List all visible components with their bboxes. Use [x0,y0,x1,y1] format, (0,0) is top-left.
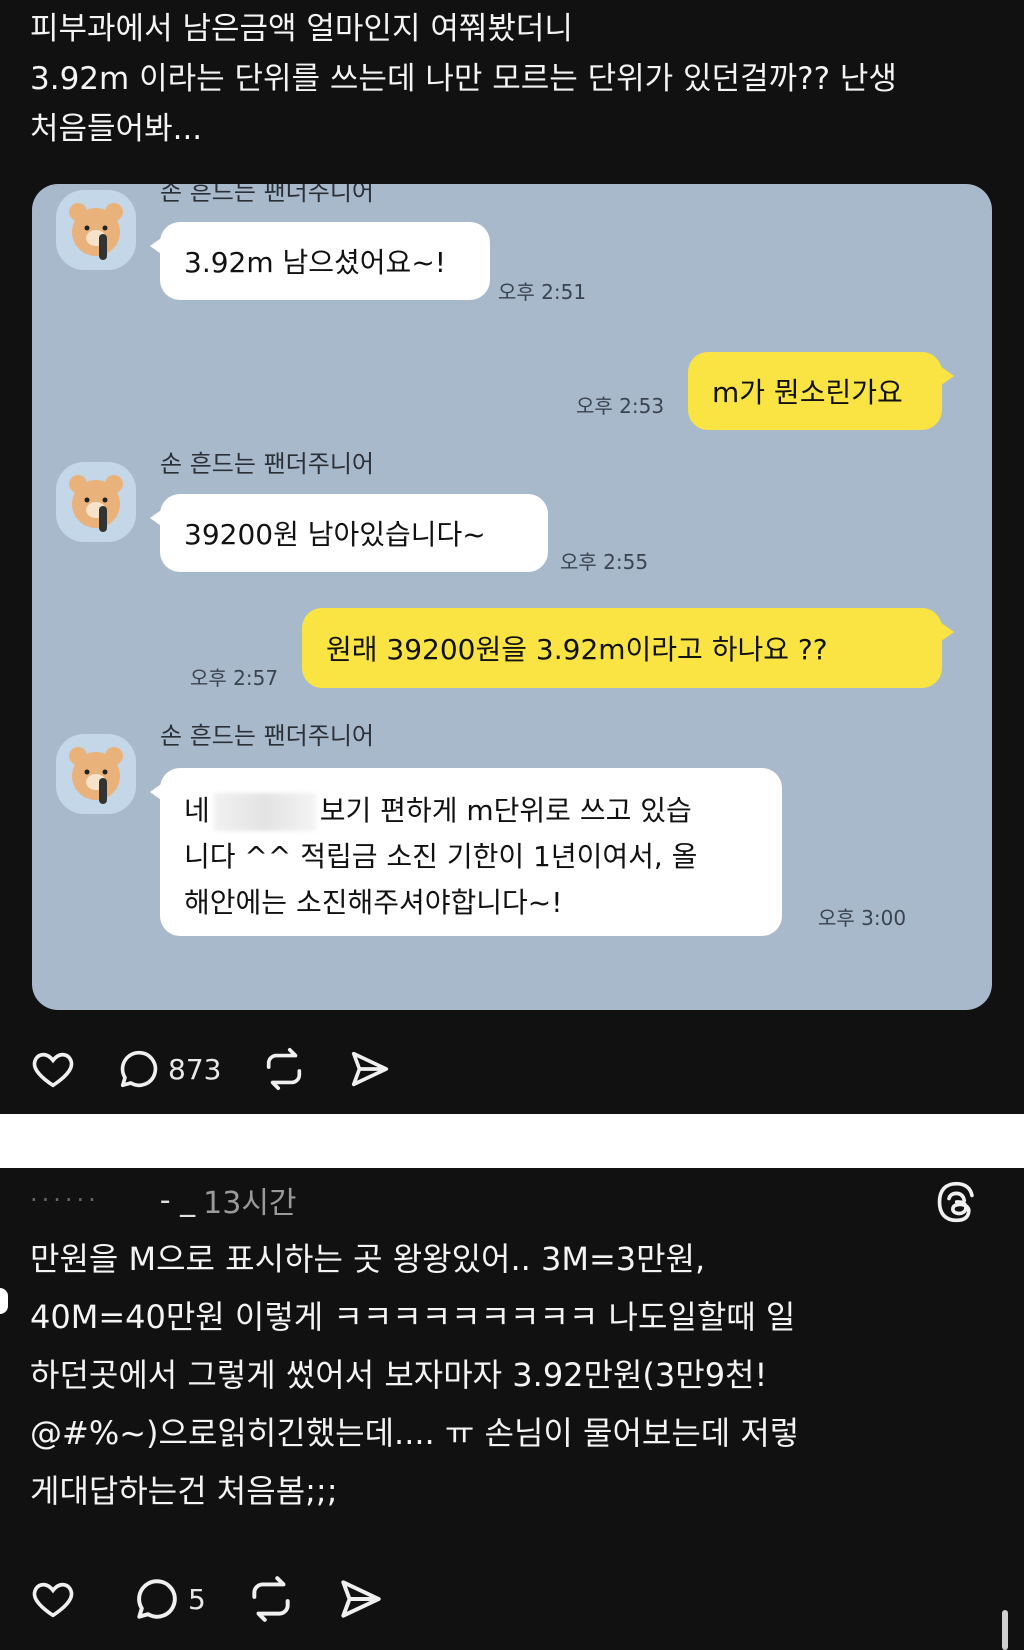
repost-button[interactable] [246,1574,296,1624]
post-time: 13시간 [203,1186,297,1221]
redacted-username: ······ [30,1186,100,1214]
post-2-text: 만원을 M으로 표시하는 곳 왕왕있어.. 3M=3만원, 40M=40만원 이… [30,1240,800,1510]
message-text-start: 네 [184,794,210,827]
repost-button[interactable] [261,1046,307,1092]
message-text: 원래 39200원을 3.92m이라고 하나요 ?? [326,633,828,666]
post-1-text: 피부과에서 남은금액 얼마인지 여쭤봤더니 3.92m 이라는 단위를 쓰는데 … [30,11,897,147]
sender-name: 손 흔드는 팬더주니어 [160,722,374,750]
like-button[interactable] [30,1576,76,1622]
thread-indicator [0,1288,8,1314]
like-button[interactable] [30,1046,76,1092]
message-time: 오후 2:53 [576,394,665,418]
message-time: 오후 2:51 [498,280,587,304]
chat-screenshot: 손 흔드는 팬더주니어 3.92m 남으셨어요~! 오후 2:51 오후 2:5… [32,184,992,1010]
sender-name: 손 흔드는 팬더주니어 [160,450,374,478]
comment-count: 5 [188,1582,206,1616]
scrollbar[interactable] [1002,1610,1008,1650]
comment-count: 873 [168,1052,222,1086]
author-fragment: - _ [159,1182,196,1218]
message-text: 3.92m 남으셨어요~! [184,246,447,279]
panda-avatar-icon [56,734,136,814]
message-text: 39200원 남아있습니다~ [184,518,486,551]
message-time: 오후 2:55 [560,550,649,574]
comment-icon [137,1579,177,1619]
message-text: m가 뭔소린가요 [712,376,903,409]
panda-avatar-icon [56,190,136,270]
share-button[interactable] [347,1046,393,1092]
post-2-meta: ······ - _ 13시간 [30,1178,297,1222]
heart-icon [32,1052,74,1088]
threads-logo-icon[interactable] [934,1180,978,1228]
redacted-name [213,793,316,831]
message-bubble-received: 39200원 남아있습니다~ [150,494,548,572]
post-2-actions: 5 [30,1574,426,1624]
repost-icon [267,1048,302,1090]
message-time: 오후 3:00 [818,906,907,930]
comment-button[interactable]: 873 [116,1046,221,1092]
send-icon [352,1051,389,1087]
send-icon [341,1580,381,1618]
message-bubble-received: 3.92m 남으셨어요~! [150,222,490,300]
post-2: ······ - _ 13시간 만원을 M으로 표시하는 곳 왕왕있어.. 3M… [0,1168,1024,1650]
share-button[interactable] [336,1574,386,1624]
heart-icon [32,1582,74,1618]
message-bubble-received: 네 보기 편하게 m단위로 쓰고 있습 니다 ^^ 적립금 소진 기한이 1년이여… [150,768,782,936]
comment-icon [120,1050,158,1088]
post-1: 피부과에서 남은금액 얼마인지 여쭤봤더니 3.92m 이라는 단위를 쓰는데 … [0,0,1024,1114]
repost-icon [252,1576,290,1622]
message-bubble-sent: m가 뭔소린가요 [688,352,954,430]
message-bubble-sent: 원래 39200원을 3.92m이라고 하나요 ?? [302,608,954,688]
post-1-actions: 873 [30,1046,433,1092]
message-time: 오후 2:57 [190,666,279,690]
panda-avatar-icon [56,462,136,542]
sender-name: 손 흔드는 팬더주니어 [160,184,374,206]
comment-button[interactable]: 5 [132,1574,206,1624]
